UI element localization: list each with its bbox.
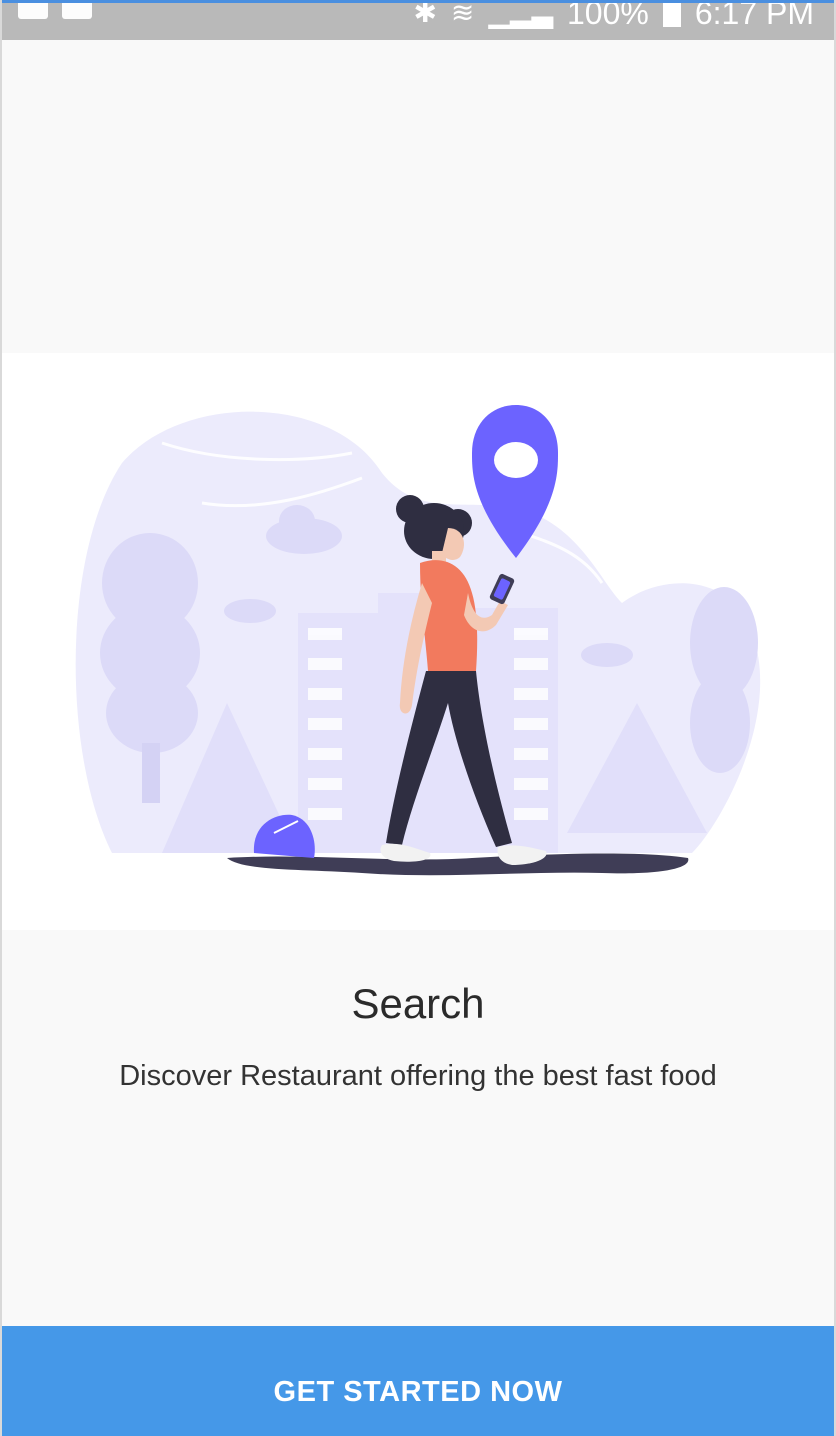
onboarding-description: Discover Restaurant offering the best fa…: [119, 1060, 717, 1092]
bluetooth-icon: ✱: [413, 0, 437, 28]
status-time: 6:17 PM: [694, 0, 814, 31]
wifi-icon: ≋: [450, 0, 475, 28]
signal-icon: ▁▂▃: [488, 0, 553, 28]
illustration-panel: [2, 353, 834, 930]
status-left-icons: [18, 3, 92, 19]
status-bar: ✱ ≋ ▁▂▃ 100% 6:17 PM: [2, 0, 834, 40]
onboarding-illustration: [75, 405, 761, 876]
battery-percent: 100%: [566, 0, 649, 31]
status-right: ✱ ≋ ▁▂▃ 100% 6:17 PM: [413, 0, 814, 33]
onboarding-screen: ✱ ≋ ▁▂▃ 100% 6:17 PM Search Discover Res…: [0, 0, 836, 1436]
ground: [227, 853, 689, 876]
top-spacer: [2, 40, 834, 353]
video-icon: [62, 3, 92, 19]
onboarding-title: Search: [351, 980, 485, 1027]
get-started-button[interactable]: GET STARTED NOW: [2, 1326, 834, 1436]
battery-icon: [662, 3, 681, 27]
text-area: Search Discover Restaurant offering the …: [2, 930, 834, 1326]
keyboard-icon: [18, 3, 48, 19]
